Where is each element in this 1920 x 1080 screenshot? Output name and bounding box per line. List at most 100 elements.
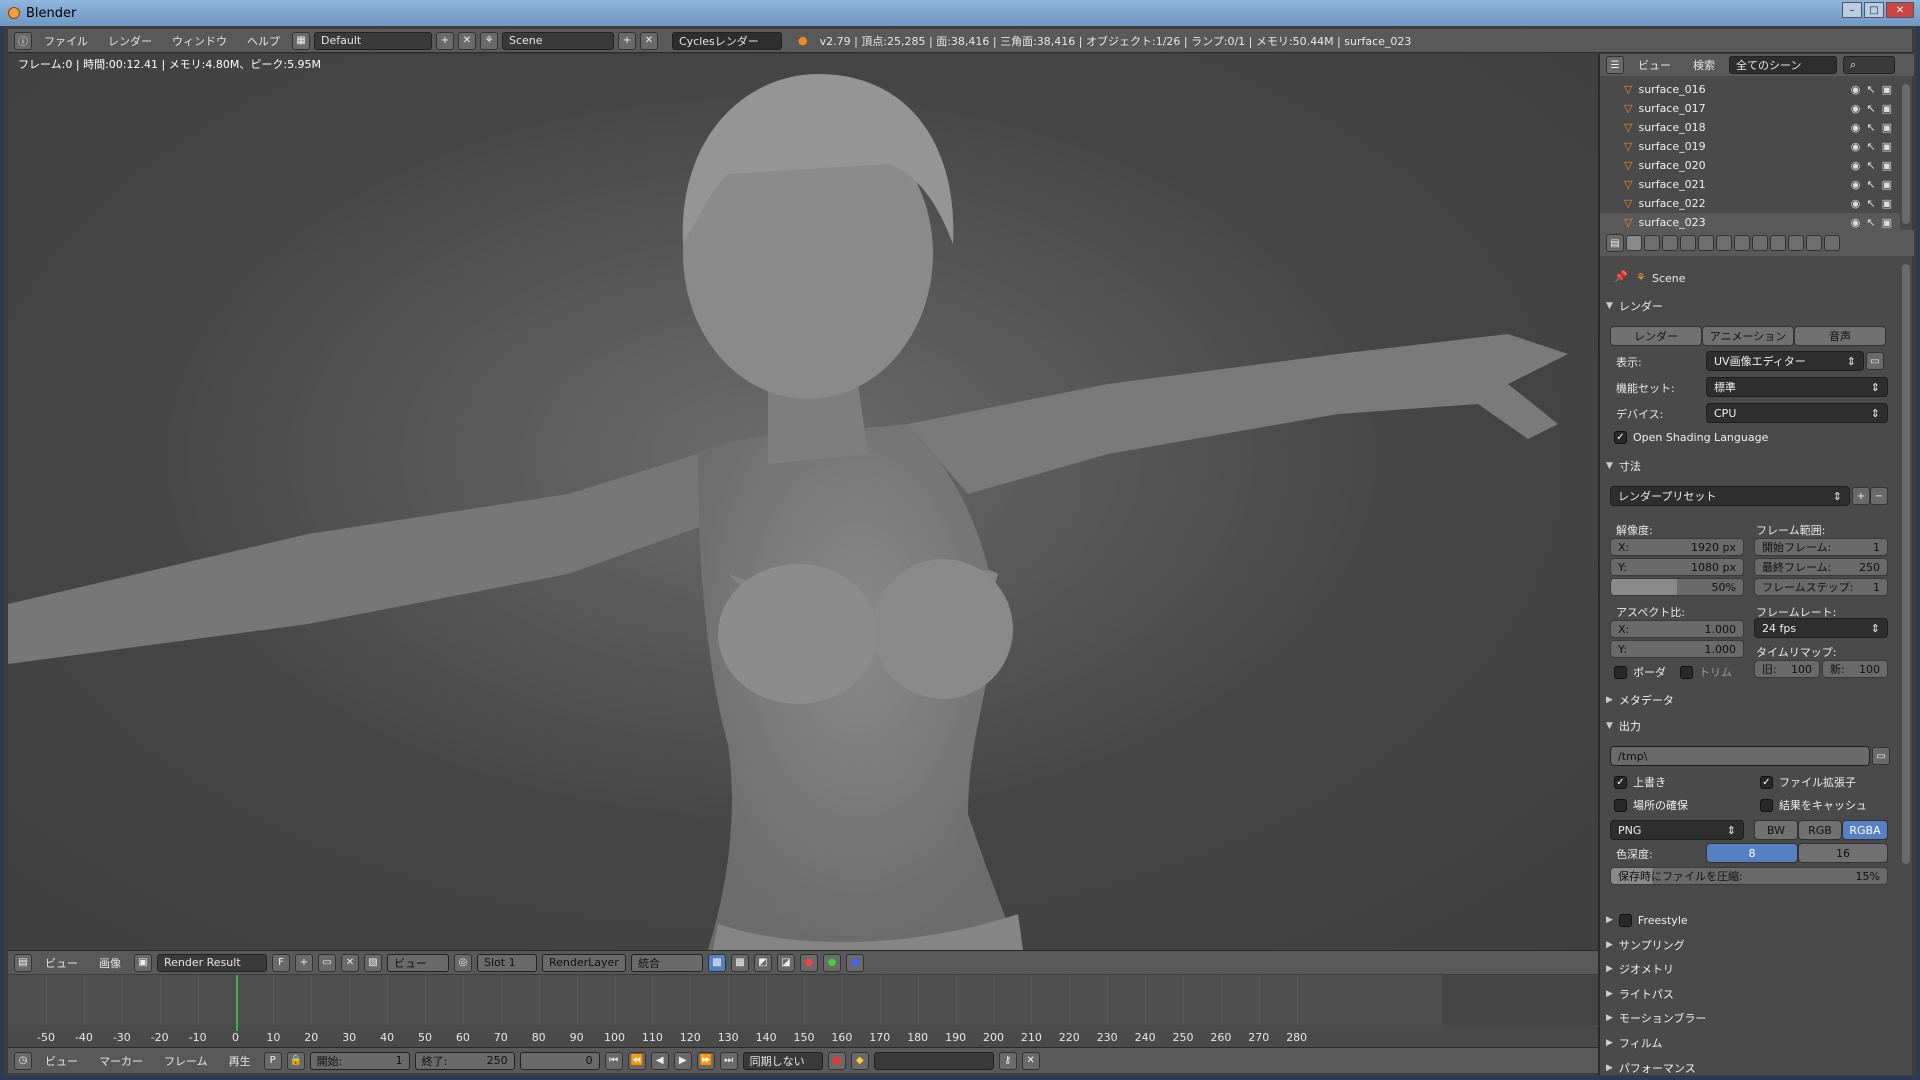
delete-keyframe-icon[interactable]: ✕ [1021, 1051, 1040, 1070]
compression-slider[interactable]: 保存時にファイルを圧縮: 15% [1610, 867, 1888, 885]
record-icon[interactable]: ● [827, 1051, 846, 1070]
render-pass-selector[interactable]: 統合 [631, 953, 703, 972]
outliner-search-input[interactable]: ⌕ [1843, 56, 1895, 74]
renderability-camera-icon[interactable]: ▣ [1882, 102, 1892, 115]
crop-checkbox[interactable]: トリム [1680, 664, 1732, 680]
render-animation-button[interactable]: アニメーション [1702, 326, 1794, 346]
selectability-cursor-icon[interactable]: ↖ [1866, 178, 1875, 191]
layout-remove-icon[interactable]: ✕ [458, 31, 476, 50]
collapsed-panel-header[interactable]: ▶ ジオメトリ [1606, 959, 1906, 979]
image-open-icon[interactable]: ▭ [318, 953, 336, 972]
info-editor-type-icon[interactable]: ⓘ [14, 31, 32, 50]
visibility-eye-icon[interactable]: ◉ [1851, 102, 1861, 115]
properties-editor-type-icon[interactable]: ▤ [1606, 234, 1624, 252]
selectability-cursor-icon[interactable]: ↖ [1866, 121, 1875, 134]
aspect-y-field[interactable]: Y: 1.000 [1610, 640, 1744, 658]
pivot-icon[interactable]: ◎ [454, 953, 472, 972]
maximize-button[interactable]: □ [1864, 2, 1884, 18]
menu-frame[interactable]: フレーム [156, 1053, 216, 1069]
green-channel-icon[interactable]: ● [823, 953, 841, 972]
outliner-scrollbar[interactable] [1902, 84, 1910, 224]
material-tab-icon[interactable] [1770, 235, 1786, 251]
collapsed-panel-header[interactable]: ▶ パフォーマンス [1606, 1058, 1906, 1078]
display-selector[interactable]: UV画像エディター ⇕ [1706, 351, 1864, 371]
scene-selector[interactable]: Scene [502, 31, 614, 50]
keying-set-field[interactable] [873, 1051, 994, 1070]
image-add-icon[interactable]: + [295, 953, 313, 972]
world-tab-icon[interactable] [1680, 235, 1696, 251]
fake-user-button[interactable]: F [272, 953, 290, 972]
scene-remove-icon[interactable]: ✕ [640, 31, 658, 50]
scene-add-icon[interactable]: + [618, 31, 636, 50]
collapsed-panel-header[interactable]: ▶ フィルム [1606, 1033, 1906, 1053]
jump-keyframe-forward-icon[interactable]: ⏩ [696, 1051, 715, 1070]
slot-selector[interactable]: Slot 1 [477, 953, 537, 972]
close-button[interactable]: ✕ [1886, 2, 1914, 18]
collapsed-panel-header[interactable]: ▶ サンプリング [1606, 935, 1906, 955]
outliner-item[interactable]: ▽ surface_019 ◉ ↖ ▣ [1600, 137, 1900, 156]
outliner-item[interactable]: ▽ surface_016 ◉ ↖ ▣ [1600, 80, 1900, 99]
image-editor-viewport[interactable]: フレーム:0 | 時間:00:12.41 | メモリ:4.80M、ピーク:5.9… [8, 54, 1598, 950]
resolution-percentage-slider[interactable]: 50% [1610, 578, 1744, 596]
sync-mode-selector[interactable]: 同期しない [742, 1051, 823, 1070]
freestyle-checkbox[interactable] [1618, 913, 1632, 927]
placeholders-checkbox[interactable]: 場所の確保 [1614, 797, 1688, 813]
outliner-item[interactable]: ▽ surface_018 ◉ ↖ ▣ [1600, 118, 1900, 137]
selectability-cursor-icon[interactable]: ↖ [1866, 140, 1875, 153]
timeline-area[interactable]: -50 -40 -30 -20 -10 0 10 20 30 40 50 60 70 80 90 100 110… [8, 975, 1598, 1047]
output-folder-icon[interactable]: ▭ [1872, 747, 1890, 765]
layout-add-icon[interactable]: + [436, 31, 454, 50]
menu-render[interactable]: レンダー [100, 33, 160, 49]
visibility-eye-icon[interactable]: ◉ [1851, 178, 1861, 191]
data-tab-icon[interactable] [1752, 235, 1768, 251]
preset-add-icon[interactable]: + [1852, 487, 1870, 505]
visibility-eye-icon[interactable]: ◉ [1851, 121, 1861, 134]
color-depth-8-button[interactable]: 8 [1706, 843, 1798, 863]
properties-scrollbar[interactable] [1902, 264, 1910, 864]
outliner-scope-selector[interactable]: 全てのシーン [1729, 56, 1837, 74]
scene-tab-icon[interactable] [1662, 235, 1678, 251]
blue-channel-icon[interactable]: ● [846, 953, 864, 972]
selectability-cursor-icon[interactable]: ↖ [1866, 83, 1875, 96]
visibility-eye-icon[interactable]: ◉ [1851, 83, 1861, 96]
resolution-x-field[interactable]: X: 1920 px [1610, 538, 1744, 556]
render-audio-button[interactable]: 音声 [1794, 326, 1886, 346]
cache-result-checkbox[interactable]: 結果をキャッシュ [1760, 797, 1867, 813]
visibility-eye-icon[interactable]: ◉ [1851, 140, 1861, 153]
time-remap-old-field[interactable]: 旧: 100 [1754, 660, 1820, 678]
selectability-cursor-icon[interactable]: ↖ [1866, 197, 1875, 210]
menu-view[interactable]: ビュー [37, 955, 86, 971]
render-tab-icon[interactable] [1626, 235, 1642, 251]
metadata-panel-header[interactable]: ▶ メタデータ [1606, 690, 1906, 710]
menu-playback[interactable]: 再生 [221, 1053, 259, 1069]
scene-icon[interactable]: ⚘ [480, 31, 498, 50]
color-bw-button[interactable]: BW [1754, 820, 1798, 840]
render-engine-selector[interactable]: Cyclesレンダー [672, 31, 782, 50]
renderability-camera-icon[interactable]: ▣ [1882, 216, 1892, 229]
color-depth-16-button[interactable]: 16 [1798, 843, 1888, 863]
object-tab-icon[interactable] [1698, 235, 1714, 251]
outliner-item[interactable]: ▽ surface_022 ◉ ↖ ▣ [1600, 194, 1900, 213]
outliner-item[interactable]: ▽ surface_020 ◉ ↖ ▣ [1600, 156, 1900, 175]
pin-icon[interactable]: 📌 [1614, 270, 1628, 283]
red-channel-icon[interactable]: ● [800, 953, 818, 972]
view-mode-icon[interactable]: ▧ [364, 953, 382, 972]
current-frame-cursor[interactable] [235, 975, 238, 1031]
display-alpha-icon[interactable]: ◩ [754, 953, 772, 972]
image-browse-icon[interactable]: ▣ [134, 953, 152, 972]
collapsed-panel-header[interactable]: ▶ Freestyle [1606, 910, 1906, 930]
overwrite-checkbox[interactable]: ✓ 上書き [1614, 774, 1666, 790]
current-frame-field[interactable]: 0 [519, 1051, 600, 1070]
texture-tab-icon[interactable] [1788, 235, 1804, 251]
menu-image[interactable]: 画像 [91, 955, 129, 971]
renderability-camera-icon[interactable]: ▣ [1882, 178, 1892, 191]
time-remap-new-field[interactable]: 新: 100 [1822, 660, 1888, 678]
visibility-eye-icon[interactable]: ◉ [1851, 159, 1861, 172]
editor-type-icon[interactable]: ▤ [14, 953, 32, 972]
play-icon[interactable]: ▶ [673, 1051, 692, 1070]
renderability-camera-icon[interactable]: ▣ [1882, 121, 1892, 134]
osl-checkbox[interactable]: ✓ Open Shading Language [1614, 431, 1768, 444]
collapsed-panel-header[interactable]: ▶ モーションブラー [1606, 1008, 1906, 1028]
jump-start-icon[interactable]: ⏮ [604, 1051, 623, 1070]
selectability-cursor-icon[interactable]: ↖ [1866, 159, 1875, 172]
